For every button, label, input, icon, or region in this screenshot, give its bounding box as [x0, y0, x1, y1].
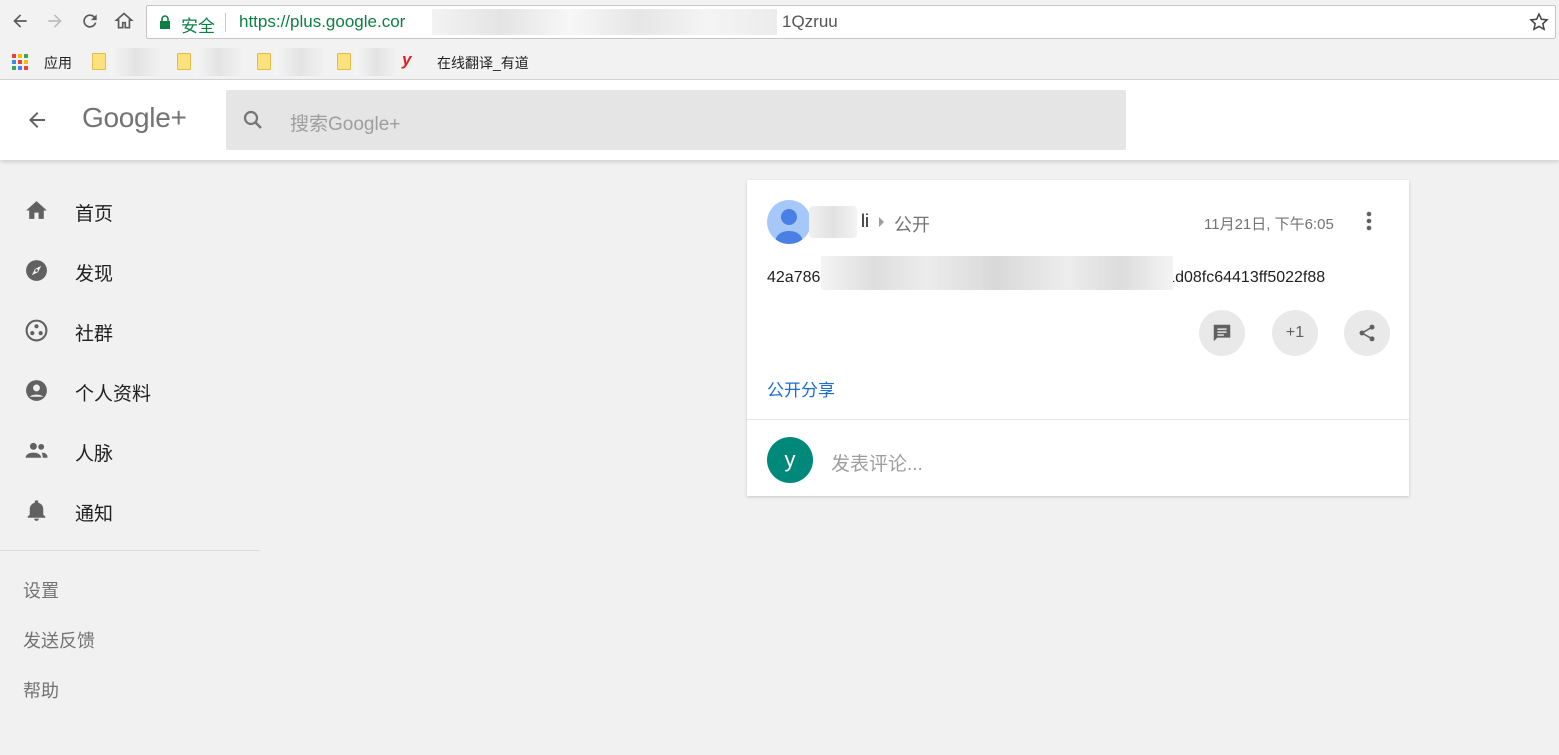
url-text: https://plus.google.cor: [239, 12, 406, 31]
sidebar-item-profile[interactable]: 个人资料: [0, 360, 260, 420]
browser-reload-icon[interactable]: [79, 10, 101, 32]
post-visibility: 公开: [894, 215, 930, 235]
url-text-end: 1Qzruu: [782, 12, 838, 31]
bookmark-redacted: [275, 48, 325, 76]
help-link[interactable]: 帮助: [23, 677, 59, 703]
public-share-link[interactable]: 公开分享: [767, 376, 835, 401]
sidebar-item-label: 个人资料: [75, 384, 152, 405]
caret-right-icon: [879, 217, 884, 227]
bookmark-redacted: [110, 48, 162, 76]
url-redacted: [432, 9, 777, 35]
lock-icon: [160, 15, 170, 29]
search-icon: [243, 110, 262, 129]
sidebar-item-label: 发现: [75, 264, 114, 285]
communities-icon: [25, 319, 48, 342]
apps-bookmark-label[interactable]: 应用: [44, 53, 72, 73]
sidebar-item-notifications[interactable]: 通知: [0, 480, 260, 540]
sidebar-item-label: 首页: [75, 204, 114, 225]
sidebar-item-home[interactable]: 首页: [0, 180, 260, 240]
browser-back-icon[interactable]: [9, 10, 31, 32]
sidebar-item-label: 社群: [75, 324, 114, 345]
google-plus-logo[interactable]: Google+: [82, 102, 187, 134]
post-timestamp[interactable]: 11月21日, 下午6:05: [1204, 213, 1334, 234]
author-avatar[interactable]: [767, 200, 811, 244]
bookmark-folder-icon[interactable]: [177, 53, 191, 70]
more-options-icon[interactable]: [1359, 209, 1379, 233]
bell-icon: [27, 500, 46, 521]
post-text-end: 881d08fc64413ff5022f88: [1148, 269, 1326, 286]
address-bar[interactable]: 安全 https://plus.google.cor 1Qzruu: [146, 5, 1556, 39]
comment-input[interactable]: 发表评论...: [831, 449, 923, 476]
sidebar-item-discover[interactable]: 发现: [0, 240, 260, 300]
sidebar-item-communities[interactable]: 社群: [0, 300, 260, 360]
share-button[interactable]: [1344, 310, 1390, 356]
author-name-redacted: [809, 206, 857, 238]
bookmarks-bar: 应用 y 在线翻译_有道: [0, 45, 1559, 80]
share-icon: [1359, 324, 1375, 342]
browser-home-icon[interactable]: [113, 10, 135, 32]
apps-grid-icon[interactable]: [12, 54, 28, 70]
sidebar-item-label: 通知: [75, 504, 114, 525]
bookmark-redacted: [355, 48, 397, 76]
feedback-link[interactable]: 发送反馈: [23, 627, 95, 653]
commenter-avatar: y: [767, 437, 813, 483]
back-arrow-icon[interactable]: [25, 108, 49, 132]
youdao-bookmark-label[interactable]: 在线翻译_有道: [437, 53, 529, 73]
comment-icon: [1213, 324, 1231, 342]
browser-forward-icon[interactable]: [44, 10, 66, 32]
post-text-redacted: [821, 256, 1173, 290]
app-header: Google+ 搜索Google+: [0, 80, 1559, 160]
sidebar-divider: [0, 550, 260, 551]
sidebar-item-people[interactable]: 人脉: [0, 420, 260, 480]
bookmark-redacted: [195, 48, 243, 76]
profile-icon: [26, 380, 47, 401]
browser-toolbar: 安全 https://plus.google.cor 1Qzruu: [0, 0, 1559, 45]
bookmark-folder-icon[interactable]: [337, 53, 351, 70]
post-card: li 公开 11月21日, 下午6:05 42a786 881d08fc64413…: [747, 180, 1409, 496]
settings-link[interactable]: 设置: [23, 577, 59, 603]
youdao-icon[interactable]: y: [402, 50, 411, 70]
search-bar[interactable]: 搜索Google+: [226, 90, 1126, 150]
people-icon: [25, 442, 48, 458]
omnibox-divider: [225, 13, 226, 32]
bookmark-folder-icon[interactable]: [257, 53, 271, 70]
plus-one-button[interactable]: +1: [1272, 310, 1318, 356]
bookmark-folder-icon[interactable]: [92, 53, 106, 70]
search-input[interactable]: 搜索Google+: [290, 109, 400, 136]
home-icon: [26, 201, 47, 219]
card-divider: [747, 419, 1409, 420]
post-text-start: 42a786: [767, 269, 821, 286]
sidebar-item-label: 人脉: [75, 444, 114, 465]
default-avatar-icon: [775, 209, 803, 244]
comment-button[interactable]: [1199, 310, 1245, 356]
author-name[interactable]: li: [861, 211, 869, 232]
compass-icon: [26, 260, 47, 281]
secure-label: 安全: [181, 17, 215, 36]
bookmark-star-icon[interactable]: [1529, 12, 1549, 32]
